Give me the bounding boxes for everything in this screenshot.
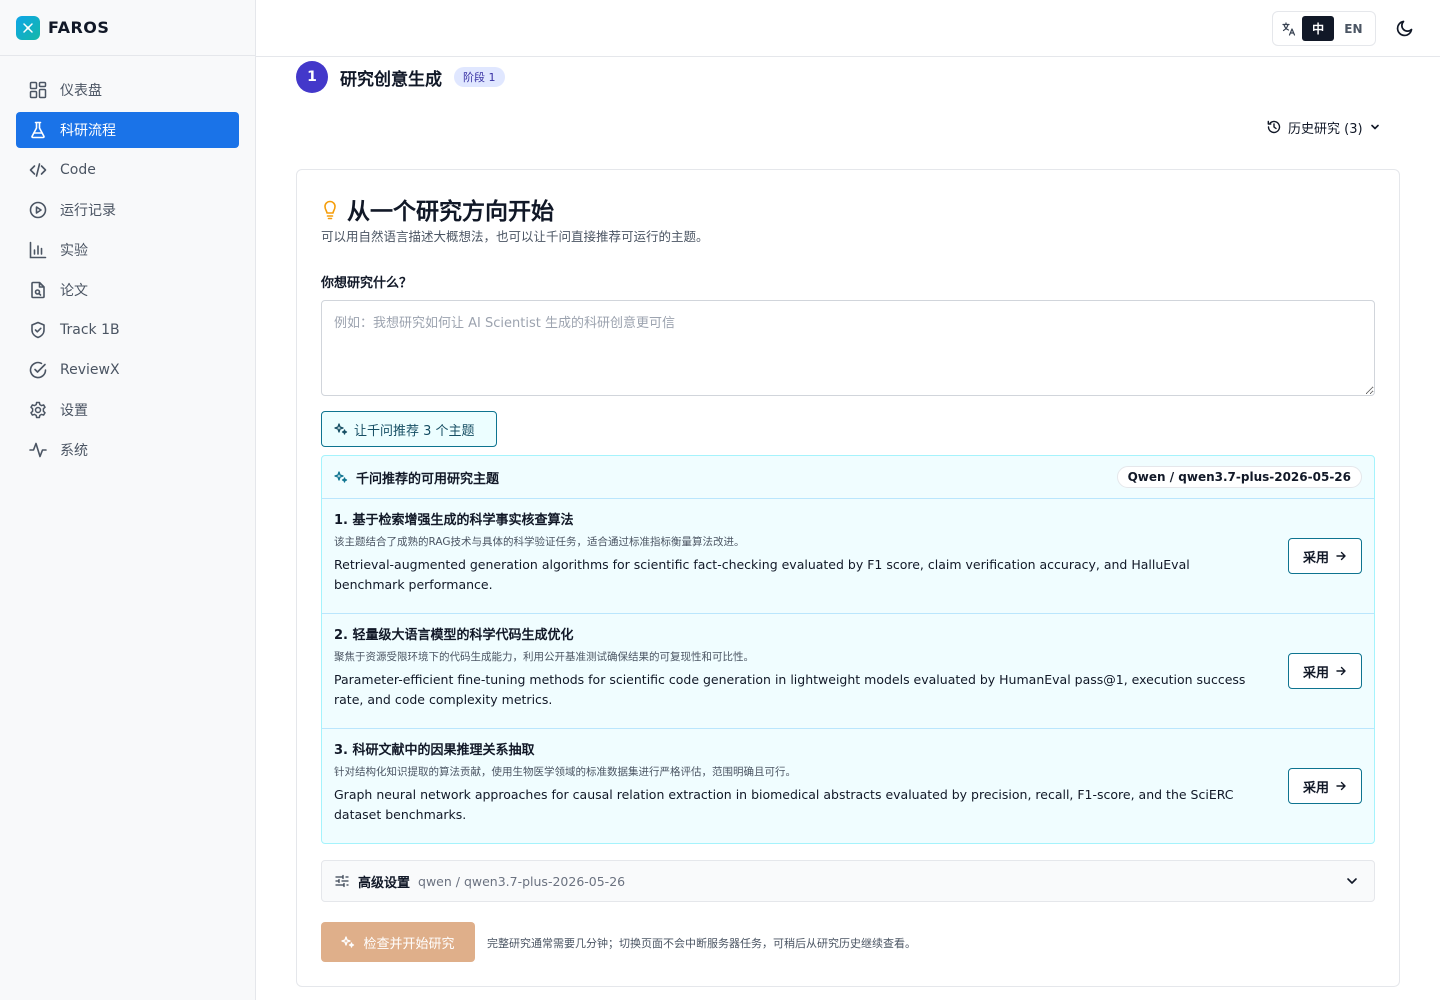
sparkles-icon — [334, 471, 348, 483]
arrow-right-icon — [1336, 781, 1346, 791]
stage-header: 1 研究创意生成 阶段 1 — [296, 61, 505, 93]
start-research-button[interactable]: 检查并开始研究 — [321, 922, 475, 962]
suggested-topics-header: 千问推荐的可用研究主题 Qwen / qwen3.7-plus-2026-05-… — [322, 456, 1374, 499]
suggested-topics-title: 千问推荐的可用研究主题 — [356, 471, 500, 487]
check-circle-icon — [29, 361, 47, 379]
adopt-label: 采用 — [1302, 665, 1329, 681]
play-circle-icon — [29, 201, 47, 219]
sliders-icon — [335, 874, 349, 888]
brand[interactable]: FAROS — [0, 0, 255, 56]
sidebar-item-research-flow[interactable]: 科研流程 — [16, 112, 239, 148]
faros-logo-icon — [16, 15, 40, 40]
dashboard-icon — [29, 81, 47, 99]
translate-icon — [1277, 17, 1300, 41]
topic-rationale: 聚焦于资源受限环境下的代码生成能力，利用公开基准测试确保结果的可复现性和可比性。 — [334, 651, 754, 663]
research-question-input[interactable] — [321, 300, 1375, 396]
sidebar-item-track-1b[interactable]: Track 1B — [16, 312, 239, 348]
sidebar-item-papers[interactable]: 论文 — [16, 272, 239, 308]
sidebar-nav: 仪表盘 科研流程 Code 运行记录 实验 论文 Track 1B Review… — [0, 56, 255, 468]
history-label: 历史研究 (3) — [1288, 121, 1363, 137]
chevron-down-icon — [1370, 124, 1379, 130]
sidebar-item-label: 实验 — [60, 243, 88, 259]
sidebar-item-reviewx[interactable]: ReviewX — [16, 352, 239, 388]
sidebar-item-settings[interactable]: 设置 — [16, 392, 239, 428]
lang-zh-button[interactable]: 中 — [1302, 16, 1334, 41]
sidebar-item-experiments[interactable]: 实验 — [16, 232, 239, 268]
lightbulb-icon — [324, 200, 336, 220]
moon-icon — [1396, 20, 1413, 37]
topic-title: 3. 科研文献中的因果推理关系抽取 — [334, 743, 535, 758]
language-toggle: 中 EN — [1272, 11, 1376, 46]
topic-description: Graph neural network approaches for caus… — [334, 787, 1234, 822]
topic-title: 2. 轻量级大语言模型的科学代码生成优化 — [334, 628, 574, 643]
shield-icon — [31, 321, 45, 339]
suggest-topics-button[interactable]: 让千问推荐 3 个主题 — [321, 411, 497, 447]
code-icon — [29, 163, 47, 177]
research-start-card: 从一个研究方向开始 可以用自然语言描述大概想法，也可以让千问直接推荐可运行的主题… — [296, 169, 1400, 987]
arrow-right-icon — [1336, 666, 1346, 676]
arrow-right-icon — [1336, 551, 1346, 561]
chevron-down-icon — [1347, 878, 1357, 884]
adopt-topic-button[interactable]: 采用 — [1288, 653, 1362, 689]
flask-icon — [31, 121, 45, 139]
top-header: 中 EN — [256, 0, 1440, 57]
sidebar-item-label: 论文 — [60, 283, 88, 299]
model-badge: Qwen / qwen3.7-plus-2026-05-26 — [1116, 466, 1362, 488]
sparkles-icon — [341, 936, 355, 948]
topic-title: 1. 基于检索增强生成的科学事实核查算法 — [334, 513, 574, 528]
sidebar-item-label: 设置 — [60, 403, 88, 419]
sidebar-item-dashboard[interactable]: 仪表盘 — [16, 72, 239, 108]
sidebar-item-label: 仪表盘 — [60, 83, 102, 99]
card-title: 从一个研究方向开始 — [347, 199, 554, 225]
sidebar-item-code[interactable]: Code — [16, 152, 239, 188]
suggest-topics-label: 让千问推荐 3 个主题 — [354, 423, 475, 439]
adopt-topic-button[interactable]: 采用 — [1288, 768, 1362, 804]
research-question-label: 你想研究什么？ — [321, 276, 413, 291]
gear-icon — [30, 401, 46, 419]
topic-description: Retrieval-augmented generation algorithm… — [334, 557, 1190, 592]
topic-rationale: 该主题结合了成熟的RAG技术与具体的科学验证任务，适合通过标准指标衡量算法改进。 — [334, 536, 745, 548]
topic-card: 2. 轻量级大语言模型的科学代码生成优化 聚焦于资源受限环境下的代码生成能力，利… — [322, 614, 1374, 729]
sidebar-item-label: 系统 — [60, 443, 88, 459]
sparkles-icon — [334, 423, 348, 435]
theme-toggle-button[interactable] — [1393, 16, 1417, 40]
sidebar: FAROS 仪表盘 科研流程 Code 运行记录 实验 论文 Track 1B … — [0, 0, 256, 1000]
advanced-settings-model: qwen / qwen3.7-plus-2026-05-26 — [418, 873, 626, 889]
sidebar-item-label: Track 1B — [60, 322, 120, 338]
topic-card: 1. 基于检索增强生成的科学事实核查算法 该主题结合了成熟的RAG技术与具体的科… — [322, 499, 1374, 614]
sidebar-item-label: 运行记录 — [60, 203, 116, 219]
advanced-settings-toggle[interactable]: 高级设置 qwen / qwen3.7-plus-2026-05-26 — [321, 860, 1375, 902]
stage-title: 研究创意生成 — [340, 69, 442, 90]
suggested-topics-panel: 千问推荐的可用研究主题 Qwen / qwen3.7-plus-2026-05-… — [321, 455, 1375, 844]
history-research-dropdown[interactable]: 历史研究 (3) — [1266, 117, 1381, 137]
sidebar-item-runs[interactable]: 运行记录 — [16, 192, 239, 228]
topic-rationale: 针对结构化知识提取的算法贡献，使用生物医学领域的标准数据集进行严格评估，范围明确… — [334, 766, 796, 778]
adopt-label: 采用 — [1302, 780, 1329, 796]
lang-en-button[interactable]: EN — [1336, 16, 1371, 41]
topic-card: 3. 科研文献中的因果推理关系抽取 针对结构化知识提取的算法贡献，使用生物医学领… — [322, 729, 1374, 844]
sidebar-item-system[interactable]: 系统 — [16, 432, 239, 468]
bar-chart-icon — [29, 241, 47, 259]
card-title-row: 从一个研究方向开始 — [321, 192, 554, 226]
brand-name: FAROS — [48, 18, 110, 37]
topic-description: Parameter-efficient fine-tuning methods … — [334, 672, 1246, 707]
start-research-note: 完整研究通常需要几分钟；切换页面不会中断服务器任务，可稍后从研究历史继续查看。 — [487, 937, 916, 950]
activity-icon — [29, 442, 47, 458]
card-subtitle: 可以用自然语言描述大概想法，也可以让千问直接推荐可运行的主题。 — [321, 229, 709, 244]
history-icon — [1267, 120, 1281, 134]
sidebar-item-label: ReviewX — [60, 362, 120, 378]
start-research-label: 检查并开始研究 — [363, 936, 455, 952]
advanced-settings-label: 高级设置 — [358, 875, 411, 891]
stage-number: 1 — [296, 61, 328, 93]
stage-badge: 阶段 1 — [454, 67, 505, 87]
sidebar-item-label: 科研流程 — [60, 123, 116, 139]
adopt-topic-button[interactable]: 采用 — [1288, 538, 1362, 574]
sidebar-item-label: Code — [60, 162, 96, 178]
adopt-label: 采用 — [1302, 550, 1329, 566]
file-search-icon — [31, 281, 45, 299]
